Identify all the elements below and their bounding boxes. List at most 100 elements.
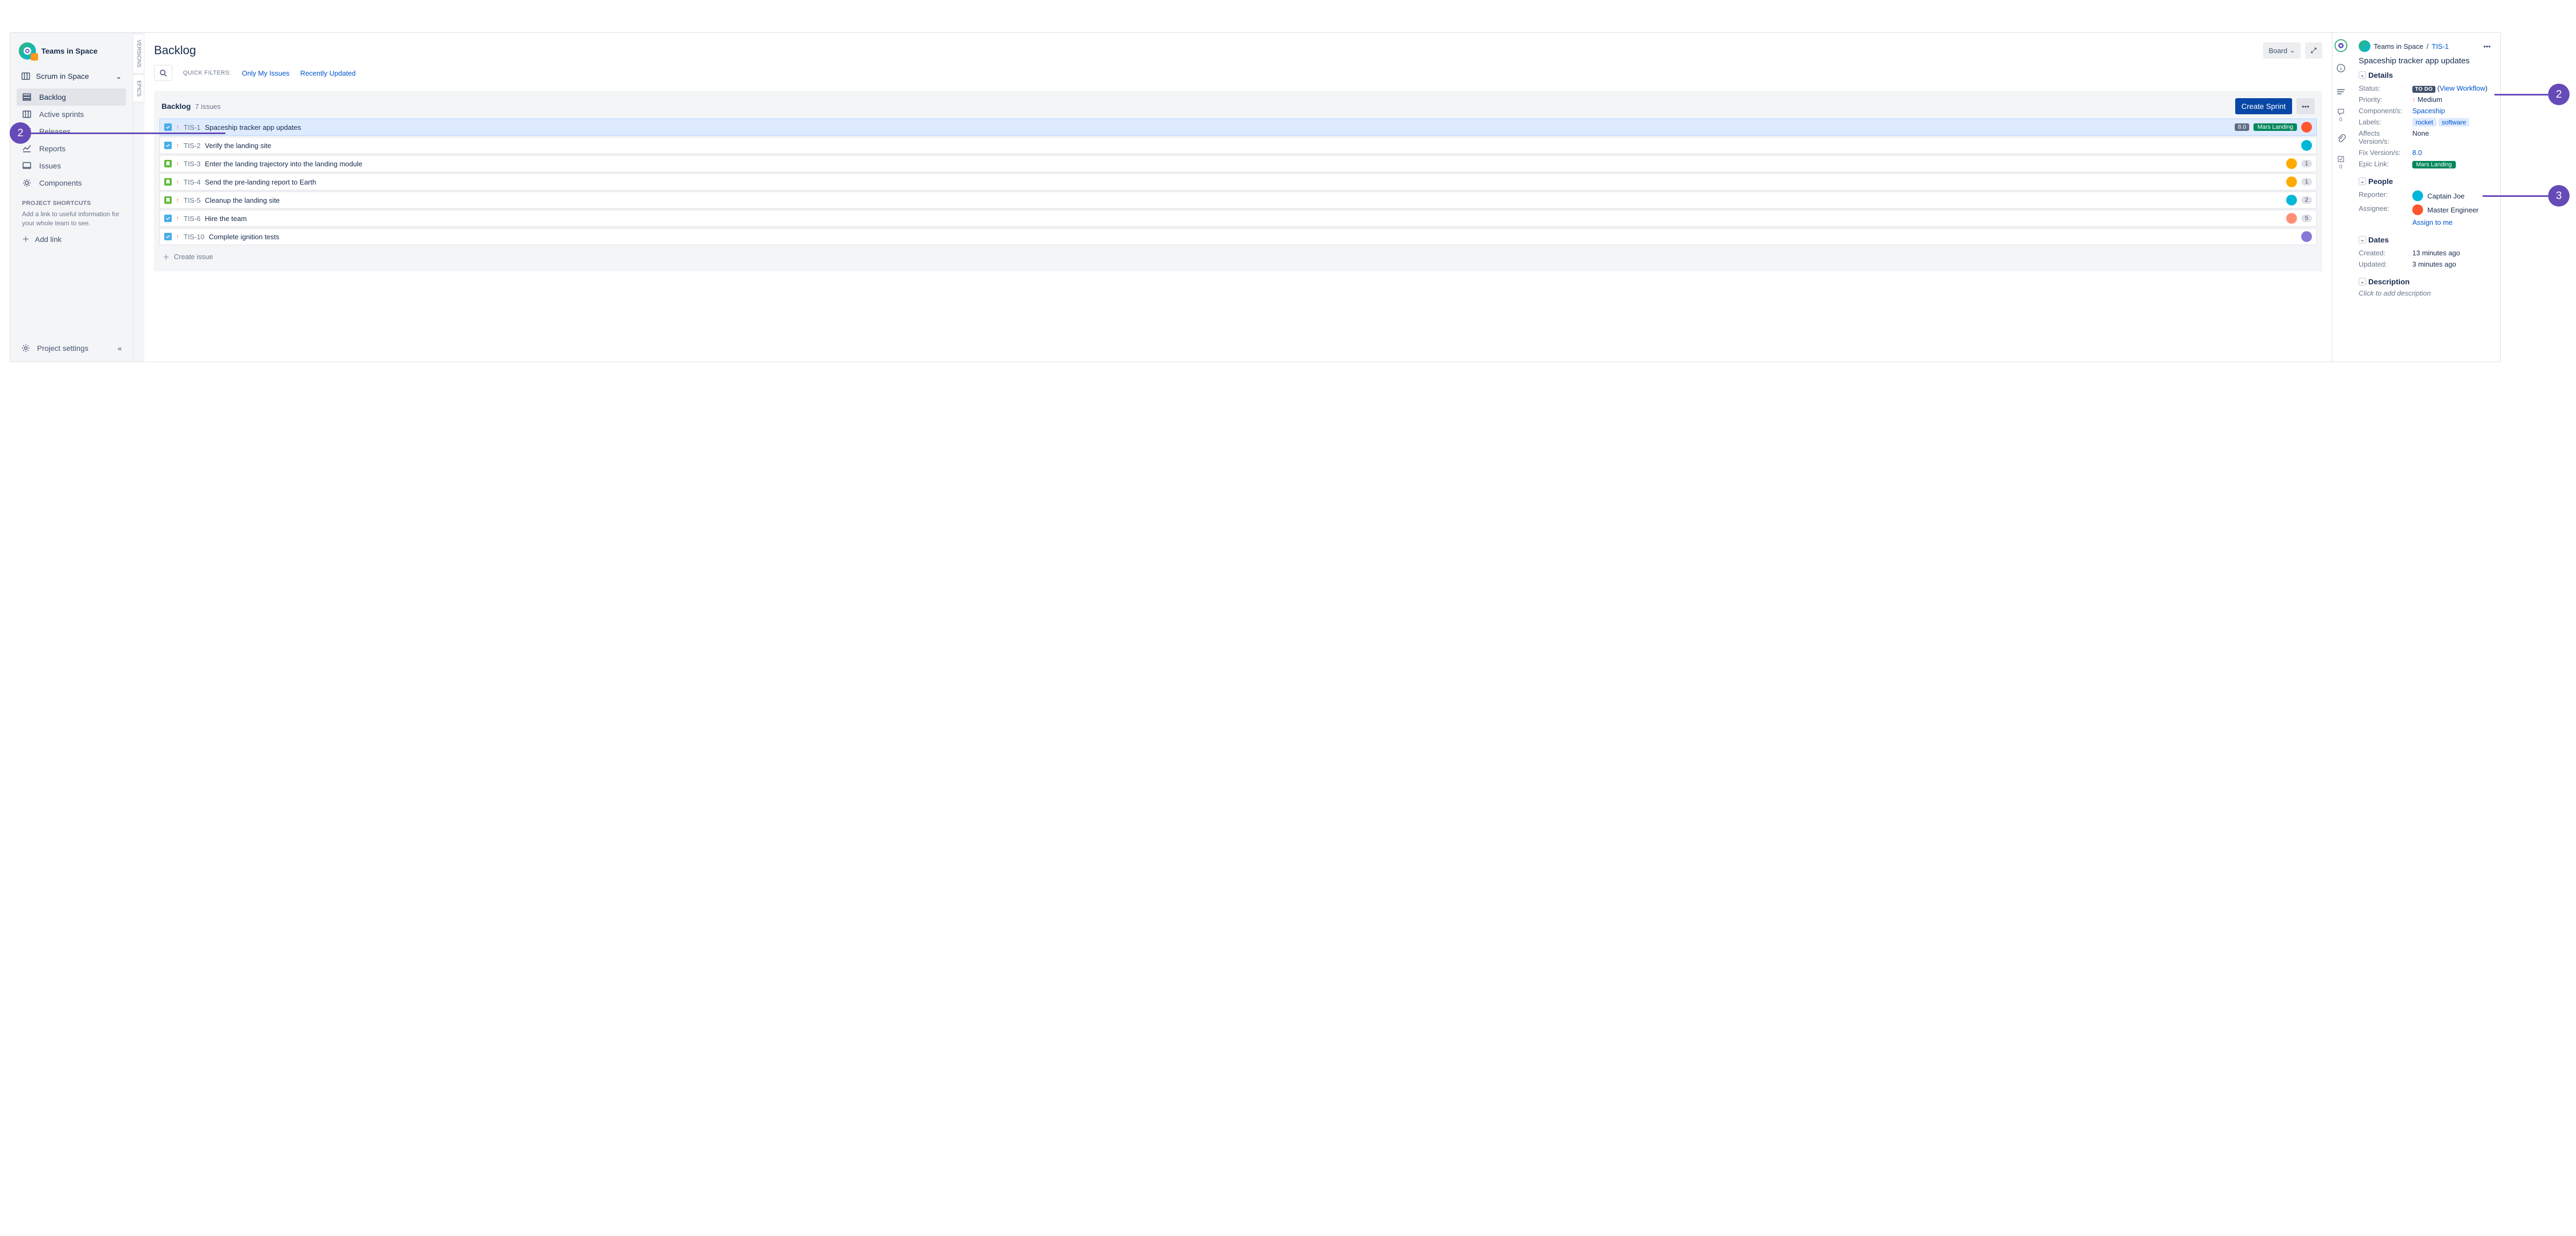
components-icon <box>22 178 32 188</box>
backlog-more-button[interactable]: ••• <box>2296 98 2315 114</box>
labels-value[interactable]: rocketsoftware <box>2412 118 2491 126</box>
issue-row[interactable]: ↑ TIS-1 Spaceship tracker app updates 8.… <box>159 119 2317 136</box>
issue-row[interactable]: ↑ TIS-4 Send the pre-landing report to E… <box>159 173 2317 190</box>
assignee-value[interactable]: Master Engineer <box>2412 204 2491 215</box>
project-settings-button[interactable]: Project settings « <box>17 340 126 356</box>
comments-tab[interactable]: 0 <box>2332 108 2350 123</box>
create-issue-button[interactable]: ＋ Create issue <box>159 246 2317 263</box>
search-input[interactable] <box>154 65 172 81</box>
fullscreen-button[interactable]: ⤢ <box>2305 42 2322 58</box>
project-header[interactable]: Teams in Space <box>17 42 126 60</box>
issue-type-icon <box>164 196 172 204</box>
dates-section-toggle[interactable]: ⌄Dates <box>2359 236 2491 244</box>
priority-up-icon: ↑ <box>176 196 179 204</box>
filter-recently-updated[interactable]: Recently Updated <box>300 69 355 77</box>
epics-tab[interactable]: EPICS <box>133 75 144 102</box>
priority-label: Priority: <box>2359 95 2412 104</box>
assignee-avatar-icon[interactable] <box>2286 213 2297 224</box>
issue-key: TIS-2 <box>184 142 201 150</box>
description-section-toggle[interactable]: ⌄Description <box>2359 277 2491 286</box>
components-value[interactable]: Spaceship <box>2412 107 2491 115</box>
sidebar-item-components[interactable]: Components <box>17 174 126 192</box>
label-tag[interactable]: rocket <box>2412 118 2436 127</box>
activity-strip: 0 0 <box>2332 33 2349 362</box>
fix-version-value[interactable]: 8.0 <box>2412 149 2491 157</box>
breadcrumb-project[interactable]: Teams in Space <box>2374 42 2424 50</box>
label-tag[interactable]: software <box>2439 118 2469 127</box>
section-label: Details <box>2368 71 2393 79</box>
board-dropdown-button[interactable]: Board ⌄ <box>2263 42 2301 58</box>
settings-label: Project settings <box>37 344 89 352</box>
issue-type-icon <box>164 160 172 167</box>
description-placeholder[interactable]: Click to add description <box>2359 289 2491 297</box>
view-workflow-link[interactable]: View Workflow <box>2440 84 2485 92</box>
annotation-marker: 2 <box>2548 84 2570 105</box>
epic-link-value[interactable]: Mars Landing <box>2412 160 2491 168</box>
assignee-avatar-icon[interactable] <box>2301 140 2312 151</box>
checklist-tab[interactable]: 0 <box>2332 155 2350 170</box>
issue-row[interactable]: ↑ TIS-5 Cleanup the landing site 2 <box>159 192 2317 209</box>
sidebar-item-issues[interactable]: Issues <box>17 157 126 174</box>
assign-to-me-link[interactable]: Assign to me <box>2412 218 2491 226</box>
issue-key: TIS-1 <box>184 123 201 131</box>
board-selector[interactable]: Scrum in Space ⌄ <box>17 68 126 84</box>
side-tabs: VERSIONS EPICS <box>133 33 144 362</box>
sidebar-item-label: Components <box>39 179 82 187</box>
plus-icon: ＋ <box>22 234 30 245</box>
reports-icon <box>22 144 32 153</box>
issue-row[interactable]: ↑ TIS-10 Complete ignition tests <box>159 228 2317 245</box>
board-btn-label: Board <box>2268 47 2287 55</box>
issue-list: ↑ TIS-1 Spaceship tracker app updates 8.… <box>159 119 2317 245</box>
issue-more-button[interactable]: ••• <box>2483 42 2491 50</box>
issue-title[interactable]: Spaceship tracker app updates <box>2359 56 2491 65</box>
assignee-avatar-icon[interactable] <box>2301 231 2312 242</box>
affects-value[interactable]: None <box>2412 129 2491 145</box>
comments-count: 0 <box>2339 117 2343 123</box>
issue-row[interactable]: ↑ TIS-6 Hire the team 5 <box>159 210 2317 227</box>
sidebar-item-active-sprints[interactable]: Active sprints <box>17 106 126 123</box>
reporter-value[interactable]: Captain Joe <box>2412 190 2491 201</box>
status-value[interactable]: TO DO (View Workflow) <box>2412 84 2491 92</box>
version-pill: 8.0 <box>2235 123 2249 131</box>
assignee-avatar-icon[interactable] <box>2286 176 2297 187</box>
add-link-button[interactable]: ＋ Add link <box>17 229 126 250</box>
versions-tab[interactable]: VERSIONS <box>133 34 144 73</box>
annotation-line <box>2483 195 2548 197</box>
collapse-sidebar-icon[interactable]: « <box>118 344 122 352</box>
sidebar-item-label: Active sprints <box>39 110 84 119</box>
issue-row[interactable]: ↑ TIS-3 Enter the landing trajectory int… <box>159 155 2317 172</box>
breadcrumb-issue-key[interactable]: TIS-1 <box>2432 42 2449 50</box>
issue-details-panel: Teams in Space / TIS-1 ••• Spaceship tra… <box>2349 33 2500 362</box>
shortcuts-helper: Add a link to useful information for you… <box>17 210 126 229</box>
priority-up-icon: ↑ <box>176 160 179 167</box>
details-section-toggle[interactable]: ⌄Details <box>2359 71 2491 79</box>
assignee-avatar-icon[interactable] <box>2286 195 2297 205</box>
create-sprint-button[interactable]: Create Sprint <box>2235 98 2292 114</box>
attachments-tab[interactable] <box>2332 131 2350 146</box>
sidebar: Teams in Space Scrum in Space ⌄ Backlog … <box>10 33 133 362</box>
issue-row[interactable]: ↑ TIS-2 Verify the landing site <box>159 137 2317 154</box>
filter-only-my-issues[interactable]: Only My Issues <box>242 69 290 77</box>
sidebar-item-reports[interactable]: Reports <box>17 140 126 157</box>
issue-summary: Complete ignition tests <box>209 233 2297 241</box>
info-tab[interactable] <box>2332 61 2350 76</box>
chevron-down-icon: ⌄ <box>2359 178 2366 185</box>
project-name: Teams in Space <box>41 47 98 55</box>
add-link-label: Add link <box>35 235 62 244</box>
description-tab[interactable] <box>2332 84 2350 99</box>
components-label: Component/s: <box>2359 107 2412 115</box>
issue-summary: Hire the team <box>205 215 2282 223</box>
section-label: Dates <box>2368 236 2389 244</box>
priority-value[interactable]: ↑ Medium <box>2412 95 2491 104</box>
issue-avatar-icon[interactable] <box>2334 39 2347 52</box>
assignee-avatar-icon[interactable] <box>2301 122 2312 133</box>
priority-up-icon: ↑ <box>176 215 179 222</box>
sidebar-item-label: Issues <box>39 161 61 170</box>
backlog-panel: Backlog 7 issues Create Sprint ••• ↑ TIS… <box>154 91 2322 271</box>
sidebar-item-backlog[interactable]: Backlog <box>17 89 126 106</box>
chevron-down-icon: ⌄ <box>2359 278 2366 285</box>
estimate-pill: 1 <box>2301 178 2312 186</box>
assignee-avatar-icon[interactable] <box>2286 158 2297 169</box>
people-section-toggle[interactable]: ⌄People <box>2359 177 2491 186</box>
sidebar-item-releases[interactable]: Releases <box>17 123 126 140</box>
